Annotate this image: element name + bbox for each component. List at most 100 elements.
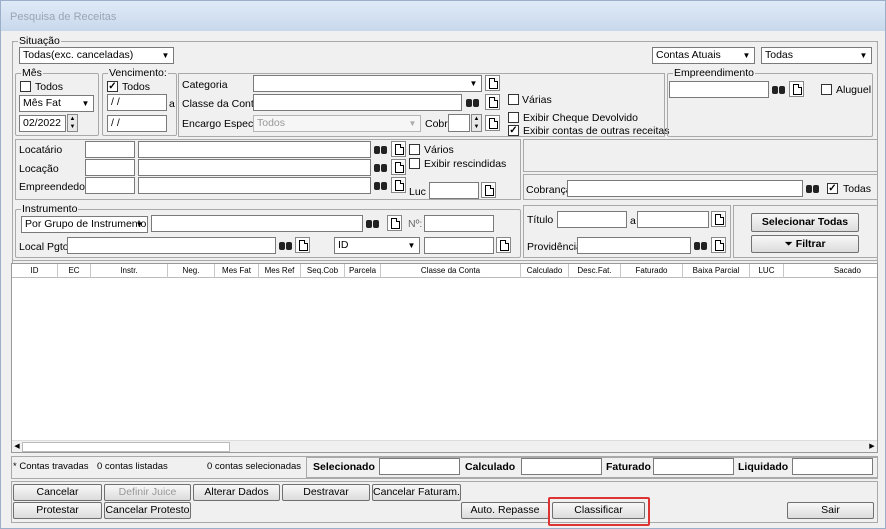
empreendimento-input[interactable] — [669, 81, 769, 98]
document-icon[interactable] — [391, 141, 406, 157]
exibir-cheque-checkbox[interactable] — [508, 112, 519, 123]
horizontal-scrollbar[interactable]: ◀ ▶ — [12, 440, 877, 452]
col-mes-ref[interactable]: Mes Ref — [259, 264, 301, 278]
locacao-label: Locação — [19, 163, 59, 175]
binoculars-icon[interactable] — [373, 160, 389, 174]
mes-tipo-select[interactable]: Mês Fat ▼ — [19, 95, 94, 112]
col-neg[interactable]: Neg. — [168, 264, 215, 278]
document-icon[interactable] — [387, 215, 402, 231]
binoculars-icon[interactable] — [373, 142, 389, 156]
scroll-thumb[interactable] — [22, 442, 230, 452]
titulo-label: Título — [527, 214, 554, 226]
exibir-contas-checkbox[interactable]: ✓ — [508, 125, 519, 136]
col-ec[interactable]: EC — [58, 264, 91, 278]
binoculars-icon[interactable] — [465, 95, 481, 109]
col-sacado[interactable]: Sacado — [784, 264, 877, 278]
scroll-right-icon[interactable]: ▶ — [867, 441, 877, 452]
luc-input[interactable] — [429, 182, 479, 199]
mes-todos-checkbox[interactable] — [20, 81, 31, 92]
document-icon[interactable] — [789, 81, 804, 97]
col-seq-cob[interactable]: Seq.Cob — [301, 264, 345, 278]
vencimento-todos-checkbox[interactable]: ✓ — [107, 81, 118, 92]
window: Pesquisa de Receitas Situação Todas(exc.… — [0, 0, 886, 529]
binoculars-icon[interactable] — [771, 82, 787, 96]
col-instr[interactable]: Instr. — [91, 264, 168, 278]
id-select[interactable]: ID ▼ — [334, 237, 420, 254]
aluguel-checkbox[interactable] — [821, 84, 832, 95]
protestar-button[interactable]: Protestar — [13, 502, 102, 519]
mes-valor-input[interactable]: 02/2022 — [19, 115, 66, 132]
col-classe[interactable]: Classe da Conta — [381, 264, 521, 278]
varios-checkbox[interactable] — [409, 144, 420, 155]
document-icon[interactable] — [485, 94, 500, 110]
document-icon[interactable] — [496, 237, 511, 253]
categoria-select[interactable]: ▼ — [253, 75, 482, 92]
document-icon[interactable] — [485, 115, 500, 131]
cancelar-button[interactable]: Cancelar — [13, 484, 102, 501]
document-icon[interactable] — [295, 237, 310, 253]
locatario-code-input[interactable] — [85, 141, 135, 158]
results-grid[interactable]: ID EC Instr. Neg. Mes Fat Mes Ref Seq.Co… — [11, 263, 878, 453]
binoculars-icon[interactable] — [278, 238, 294, 252]
local-pgto-input[interactable] — [67, 237, 276, 254]
empreendedor-name-input[interactable] — [138, 177, 371, 194]
col-desc-fat[interactable]: Desc.Fat. — [569, 264, 621, 278]
situacao-select[interactable]: Todas(exc. canceladas) ▼ — [19, 47, 174, 64]
locacao-code-input[interactable] — [85, 159, 135, 176]
titulo-ate-input[interactable] — [637, 211, 709, 228]
instrumento-input[interactable] — [151, 215, 363, 232]
destravar-button[interactable]: Destravar — [282, 484, 370, 501]
cobranca-input[interactable] — [567, 180, 803, 197]
binoculars-icon[interactable] — [693, 238, 709, 252]
vencimento-de-input[interactable]: / / — [107, 94, 167, 111]
document-icon[interactable] — [485, 75, 500, 91]
locatario-label: Locatário — [19, 144, 63, 156]
document-icon[interactable] — [391, 159, 406, 175]
document-icon[interactable] — [711, 237, 726, 253]
numero-input[interactable] — [424, 215, 494, 232]
encargo-label: Encargo Espec. — [182, 118, 257, 130]
varias-checkbox[interactable] — [508, 94, 519, 105]
definir-juice-button[interactable]: Definir Juice — [104, 484, 191, 501]
col-mes-fat[interactable]: Mes Fat — [215, 264, 259, 278]
situacao-label: Situação — [18, 35, 61, 47]
locatario-name-input[interactable] — [138, 141, 371, 158]
contas-select[interactable]: Contas Atuais ▼ — [652, 47, 755, 64]
alterar-dados-button[interactable]: Alterar Dados — [193, 484, 280, 501]
cancelar-faturam-button[interactable]: Cancelar Faturam. — [372, 484, 461, 501]
id-input[interactable] — [424, 237, 494, 254]
col-parcela[interactable]: Parcela — [345, 264, 381, 278]
auto-repasse-button[interactable]: Auto. Repasse — [461, 502, 549, 519]
col-calculado[interactable]: Calculado — [521, 264, 569, 278]
document-icon[interactable] — [711, 211, 726, 227]
instrumento-select[interactable]: Por Grupo de Instrumento ▼ — [21, 216, 148, 233]
filtrar-button[interactable]: ⏷ Filtrar — [751, 235, 859, 253]
locacao-name-input[interactable] — [138, 159, 371, 176]
sair-button[interactable]: Sair — [787, 502, 874, 519]
classe-input[interactable] — [253, 94, 462, 111]
col-luc[interactable]: LUC — [750, 264, 784, 278]
document-icon[interactable] — [481, 182, 496, 198]
col-baixa-parcial[interactable]: Baixa Parcial — [683, 264, 750, 278]
binoculars-icon[interactable] — [365, 216, 381, 230]
binoculars-icon[interactable] — [805, 181, 821, 195]
col-faturado[interactable]: Faturado — [621, 264, 683, 278]
cobr-spinner[interactable]: ▲ ▼ — [471, 114, 482, 132]
cobr-input[interactable] — [448, 114, 470, 132]
todas-select[interactable]: Todas ▼ — [761, 47, 872, 64]
scroll-left-icon[interactable]: ◀ — [12, 441, 22, 452]
vencimento-a-label: a — [169, 98, 175, 110]
cobranca-todas-checkbox[interactable]: ✓ — [827, 183, 838, 194]
exibir-rescindidas-checkbox[interactable] — [409, 158, 420, 169]
encargo-select[interactable]: Todos ▼ — [253, 115, 421, 132]
providencia-input[interactable] — [577, 237, 691, 254]
document-icon[interactable] — [391, 177, 406, 193]
selecionar-todas-button[interactable]: Selecionar Todas — [751, 213, 859, 232]
mes-spinner[interactable]: ▲ ▼ — [67, 114, 78, 132]
binoculars-icon[interactable] — [373, 178, 389, 192]
titulo-de-input[interactable] — [557, 211, 627, 228]
empreendedor-code-input[interactable] — [85, 177, 135, 194]
col-id[interactable]: ID — [12, 264, 58, 278]
cancelar-protesto-button[interactable]: Cancelar Protesto — [104, 502, 191, 519]
vencimento-ate-input[interactable]: / / — [107, 115, 167, 132]
